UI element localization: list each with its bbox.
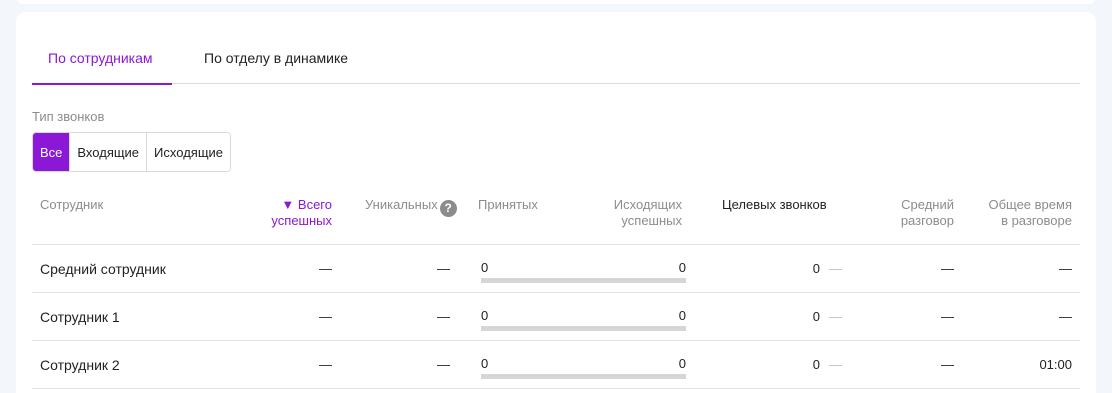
- col-avg-line2: разговор: [900, 213, 954, 228]
- call-type-switch: Все Входящие Исходящие: [32, 132, 232, 172]
- accepted-value: 0: [481, 260, 489, 275]
- avg-talk-value: —: [941, 261, 954, 276]
- col-total-talk-time[interactable]: Общее время в разговоре: [988, 197, 1072, 229]
- progress-bar: [481, 278, 686, 283]
- tabs: По сотрудникам По отделу в динамике: [32, 32, 1080, 85]
- col-unique[interactable]: Уникальных?: [365, 197, 457, 217]
- total-success-value: —: [319, 357, 332, 372]
- outgoing-value: 0: [678, 308, 686, 323]
- col-total-success-line2: успешных: [271, 213, 332, 228]
- col-target-calls[interactable]: Целевых звонков: [722, 197, 827, 213]
- top-card: [16, 0, 1096, 4]
- total-success-value: —: [319, 309, 332, 324]
- col-outgoing-line1: Исходящих: [613, 197, 682, 212]
- target-extra: —: [829, 357, 842, 372]
- accepted-outgoing-bar: 0 0: [481, 356, 686, 380]
- unique-value: —: [437, 357, 450, 372]
- col-unique-label: Уникальных: [365, 197, 438, 212]
- tab-by-department-dynamics[interactable]: По отделу в динамике: [188, 32, 364, 84]
- col-accepted[interactable]: Принятых: [478, 197, 538, 213]
- table-header: Сотрудник ▼ Всего успешных Уникальных? П…: [32, 184, 1080, 245]
- help-icon[interactable]: ?: [439, 199, 457, 217]
- col-total-success-line1: ▼ Всего: [281, 197, 332, 212]
- col-total-time-line1: Общее время: [988, 197, 1072, 212]
- col-outgoing-success[interactable]: Исходящих успешных: [614, 197, 682, 229]
- target-extra: —: [829, 309, 842, 324]
- col-total-success[interactable]: ▼ Всего успешных: [271, 197, 332, 229]
- accepted-value: 0: [481, 308, 489, 323]
- accepted-outgoing-bar: 0 0: [481, 308, 686, 332]
- progress-bar: [481, 374, 686, 379]
- table-row: Средний сотрудник — — 0 0 0 — — —: [32, 245, 1080, 293]
- total-success-value: —: [319, 261, 332, 276]
- total-talk-value: —: [1059, 261, 1072, 276]
- call-type-label: Тип звонков: [32, 109, 105, 124]
- employee-name: Сотрудник 2: [40, 357, 120, 373]
- accepted-value: 0: [481, 356, 489, 371]
- outgoing-value: 0: [678, 260, 686, 275]
- table-row: Сотрудник 1 — — 0 0 0 — — —: [32, 293, 1080, 341]
- col-employee[interactable]: Сотрудник: [40, 197, 103, 213]
- avg-talk-value: —: [941, 357, 954, 372]
- target-value: 0: [812, 261, 820, 276]
- report-card: По сотрудникам По отделу в динамике Тип …: [16, 12, 1096, 393]
- col-avg-talk[interactable]: Средний разговор: [901, 197, 954, 229]
- unique-value: —: [437, 309, 450, 324]
- call-type-incoming-button[interactable]: Входящие: [70, 133, 148, 171]
- total-talk-value: 01:00: [1039, 357, 1072, 372]
- call-type-all-button[interactable]: Все: [33, 133, 71, 171]
- col-total-time-line2: в разговоре: [1001, 213, 1072, 228]
- target-extra: —: [829, 261, 842, 276]
- col-avg-line1: Средний: [901, 197, 954, 212]
- target-value: 0: [812, 309, 820, 324]
- call-type-outgoing-button[interactable]: Исходящие: [147, 133, 231, 171]
- unique-value: —: [437, 261, 450, 276]
- avg-talk-value: —: [941, 309, 954, 324]
- table-row: Сотрудник 2 — — 0 0 0 — — 01:00: [32, 341, 1080, 389]
- employee-name: Сотрудник 1: [40, 309, 120, 325]
- outgoing-value: 0: [678, 356, 686, 371]
- progress-bar: [481, 326, 686, 331]
- target-value: 0: [812, 357, 820, 372]
- tab-by-employees[interactable]: По сотрудникам: [32, 32, 172, 85]
- employees-table: Сотрудник ▼ Всего успешных Уникальных? П…: [32, 184, 1080, 389]
- total-talk-value: —: [1059, 309, 1072, 324]
- col-outgoing-line2: успешных: [621, 213, 682, 228]
- accepted-outgoing-bar: 0 0: [481, 260, 686, 284]
- employee-name: Средний сотрудник: [40, 261, 166, 277]
